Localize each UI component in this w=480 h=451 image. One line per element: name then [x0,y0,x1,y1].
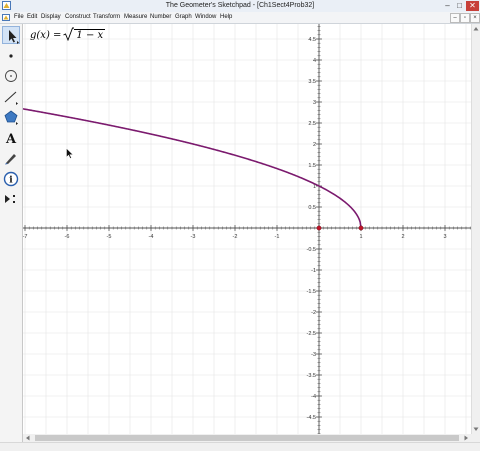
y-tick-label: -2.5 [307,331,316,337]
menu-graph[interactable]: Graph [175,12,192,23]
y-tick-label: -1 [311,268,316,274]
polygon-tool[interactable] [2,108,20,126]
x-tick-label: -5 [107,234,112,240]
polygon-tool-icon [4,110,18,125]
window-title: The Geometer's Sketchpad - [Ch1Sect4Prob… [165,2,315,9]
menu-construct[interactable]: Construct [65,12,91,23]
document-restore-button[interactable]: ▫ [460,13,470,23]
straightedge-tool[interactable] [2,88,20,106]
graph-point[interactable] [316,225,322,231]
x-tick-label: -6 [65,234,70,240]
x-tick-label: -4 [149,234,154,240]
toolbox: A i [0,24,23,444]
x-tick-label: -7 [23,234,27,240]
compass-tool-icon [5,70,17,82]
marker-tool[interactable] [2,149,20,167]
scroll-right-icon[interactable] [464,435,469,441]
x-tick-label: -2 [233,234,238,240]
y-tick-label: 0.5 [308,205,316,211]
graph-point[interactable] [358,225,364,231]
arrow-tool[interactable] [2,26,20,44]
document-minimize-button[interactable]: – [450,13,460,23]
document-close-button[interactable]: × [470,13,480,23]
information-tool-icon: i [3,171,19,187]
sketch-canvas[interactable]: -7 -6 -5 -4 -3 -2 -1 1 2 3 4.5 4 3.5 3 2.5 2 1.5 1 0.5 -0.5… [23,24,471,434]
scroll-left-icon[interactable] [25,435,30,441]
text-tool[interactable]: A [2,129,20,147]
minimize-button[interactable]: – [442,1,453,11]
point-tool[interactable] [2,47,20,65]
horizontal-scroll-thumb[interactable] [35,435,459,441]
text-tool-icon: A [5,132,17,147]
menu-measure[interactable]: Measure [124,12,147,23]
coordinate-graph: -7 -6 -5 -4 -3 -2 -1 1 2 34.543.532.521.510.5-0.5… [23,24,471,434]
menu-display[interactable]: Display [41,12,61,23]
straightedge-tool-icon [4,91,18,105]
y-tick-label: 3 [313,100,316,106]
mouse-pointer-icon [66,148,74,159]
menu-window[interactable]: Window [195,12,216,23]
y-tick-label: -4 [311,394,316,400]
svg-text:A: A [5,132,17,147]
menu-transform[interactable]: Transform [93,12,120,23]
close-button[interactable]: ✕ [466,1,479,11]
custom-tool-icon [5,195,15,203]
radical-sign-icon [63,27,75,42]
x-tick-label: 3 [443,234,446,240]
y-tick-label: 3.5 [308,79,316,85]
compass-tool[interactable] [2,67,20,85]
function-radicand: 1 − x [74,29,106,41]
vertical-scrollbar[interactable] [471,24,480,434]
y-tick-label: 1.5 [308,163,316,169]
function-name: g(x) = [30,30,62,41]
x-tick-label: 1 [359,234,362,240]
scrollbar-corner [471,434,480,442]
point-tool-icon [9,54,13,58]
document-icon[interactable] [2,14,10,21]
y-tick-label: 2 [313,142,316,148]
scroll-down-icon[interactable] [473,427,479,432]
menu-bar: File Edit Display Construct Transform Me… [0,12,480,24]
y-tick-label: 4.5 [308,37,316,43]
arrow-tool-icon [9,30,19,44]
maximize-button[interactable]: □ [454,1,465,11]
horizontal-scrollbar[interactable] [23,434,471,442]
function-label[interactable]: g(x) = 1 − x [30,27,106,42]
svg-text:i: i [9,176,13,186]
scroll-up-icon[interactable] [473,26,479,31]
y-tick-label: -0.5 [307,247,316,253]
y-tick-label: -3 [311,352,316,358]
marker-tool-icon [5,154,16,165]
y-tick-label: -4.5 [307,415,316,421]
information-tool[interactable]: i [2,170,20,188]
custom-tool[interactable] [2,190,20,208]
y-tick-label: 4 [313,58,316,64]
menu-edit[interactable]: Edit [27,12,37,23]
menu-number[interactable]: Number [150,12,171,23]
y-tick-label: -2 [311,310,316,316]
menu-help[interactable]: Help [220,12,232,23]
y-tick-label: 2.5 [308,121,316,127]
x-tick-label: 2 [401,234,404,240]
x-tick-label: -3 [191,234,196,240]
x-tick-label: -1 [275,234,280,240]
y-tick-label: -1.5 [307,289,316,295]
y-tick-label: -3.5 [307,373,316,379]
menu-file[interactable]: File [14,12,24,23]
